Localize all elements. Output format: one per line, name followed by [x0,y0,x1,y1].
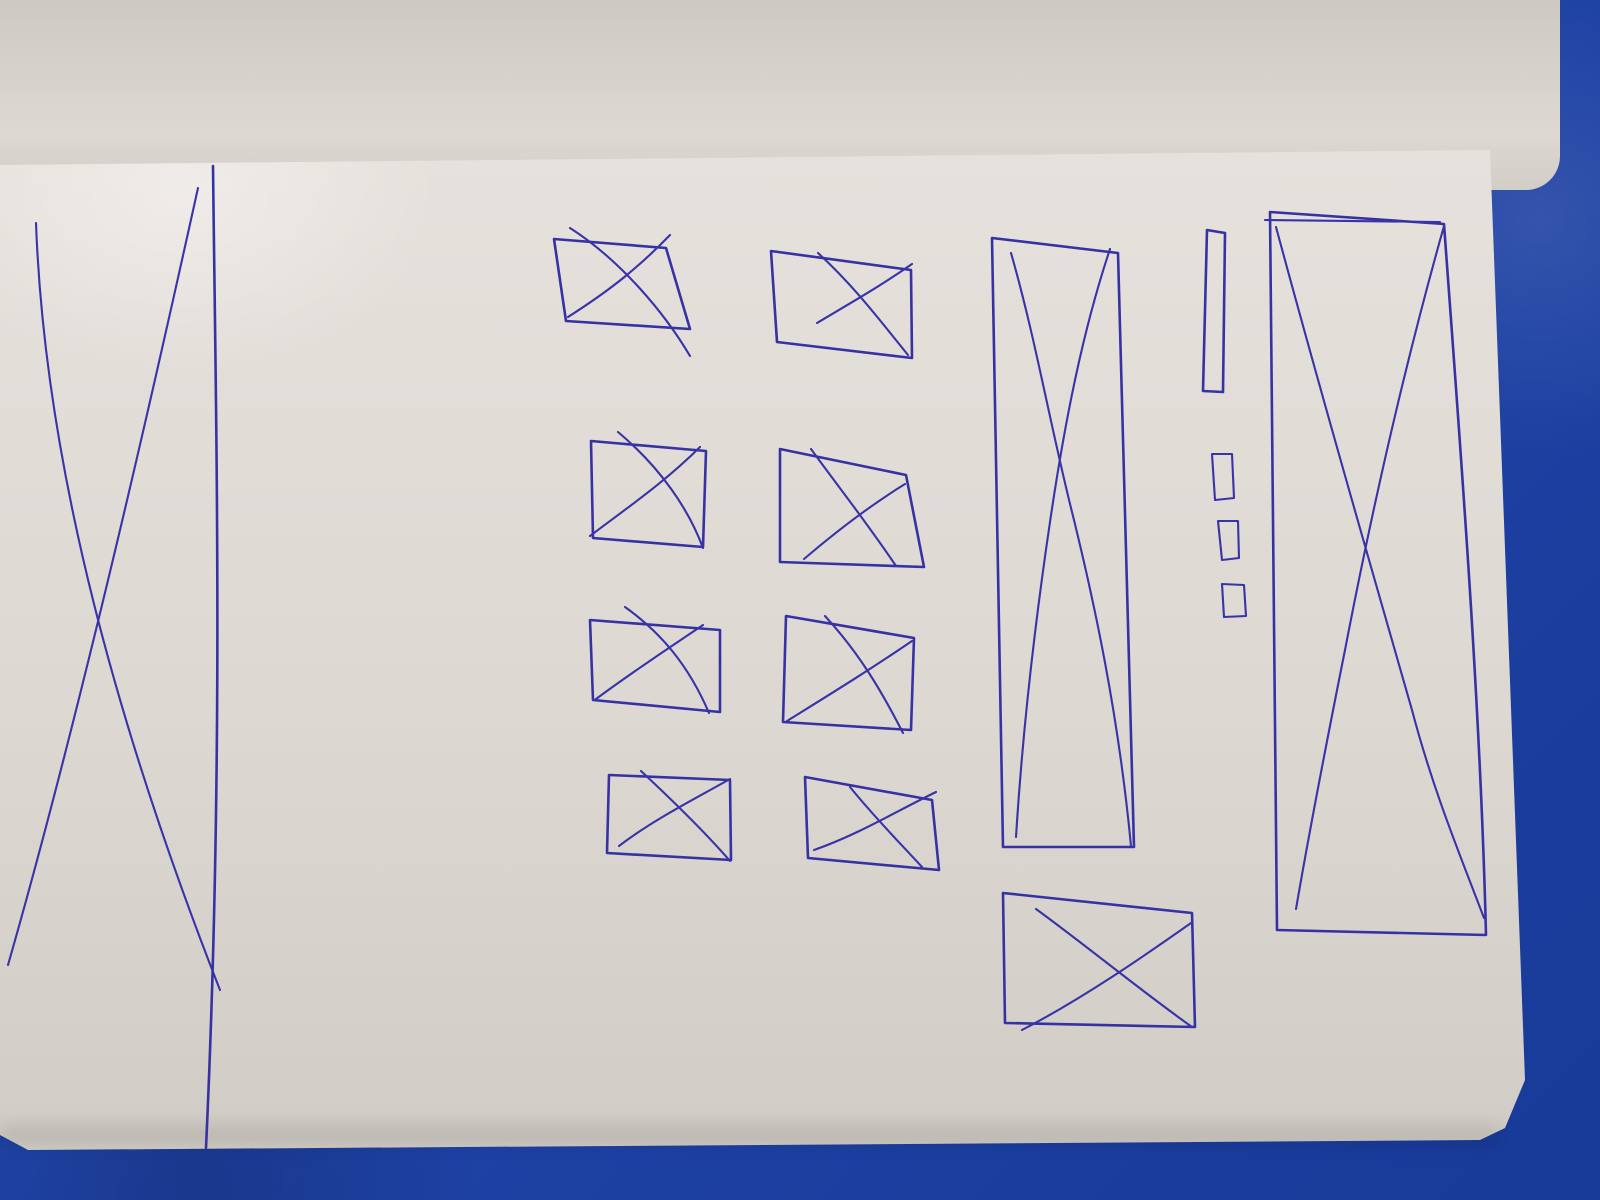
small-button-placeholder-1 [1210,452,1236,502]
thumbnail-border [769,249,914,360]
detail-panel-border [990,236,1136,849]
thumbnail-border [778,447,926,569]
thumbnail-border [588,618,722,714]
thumbnail-border [552,237,692,331]
detail-panel-placeholder [990,236,1136,849]
notebook-wireframe-sketch [0,0,1600,1200]
right-panel-cross-line-2 [1294,224,1446,911]
wireframe-drawing [6,164,1488,1150]
thumbnail-placeholder-7 [605,769,733,863]
left-panel-cross-line-2 [6,186,200,967]
thumbnail-border [803,775,941,872]
thumbnail-placeholder-2 [769,249,914,360]
small-button-placeholder-2 [1216,519,1241,562]
thumbnail-cross [802,447,907,568]
thumbnail-placeholder-1 [552,226,692,358]
small-button-placeholder-3 [1220,582,1248,619]
thumbnail-placeholder-4 [778,447,926,569]
thumbnail-cross [812,785,938,869]
thumbnail-placeholder-8 [803,775,941,872]
thumbnail-grid [552,226,941,872]
thumbnail-placeholder-3 [588,430,708,550]
lower-preview-cross [1020,907,1194,1032]
left-panel-placeholder [6,164,222,1150]
right-panel-placeholder [1263,210,1488,937]
left-panel-border [204,164,219,1150]
small-controls-group [1201,228,1248,619]
lower-preview-placeholder [1001,891,1197,1032]
thumbnail-cross [566,226,692,358]
thumbnail-cross [617,769,732,863]
detail-panel-cross-line-2 [1014,247,1112,839]
right-panel-top-double-line [1263,218,1442,224]
thumbnail-placeholder-6 [781,614,916,735]
left-panel-cross-line-1 [34,221,222,992]
thumbnail-border [781,614,916,732]
vertical-control-placeholder [1201,228,1227,394]
thumbnail-placeholder-5 [588,605,722,715]
detail-panel-cross-line-1 [1009,251,1133,848]
